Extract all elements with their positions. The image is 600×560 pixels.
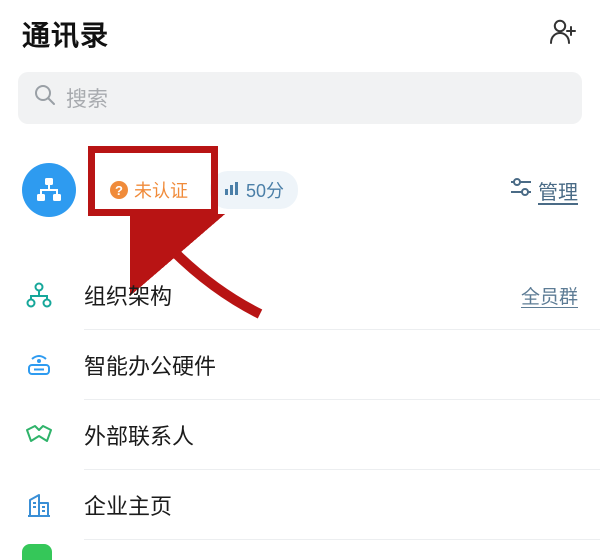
manage-label: 管理 <box>538 176 578 205</box>
add-user-icon <box>548 17 578 47</box>
add-contact-button[interactable] <box>548 17 578 52</box>
search-icon <box>34 84 56 112</box>
menu-item-smart-hardware[interactable]: 智能办公硬件 <box>0 330 600 400</box>
menu-label: 外部联系人 <box>84 419 194 451</box>
partial-icon <box>22 544 52 560</box>
unverified-label: 未认证 <box>134 177 188 203</box>
org-section: ? 未认证 50分 管理 <box>0 158 600 222</box>
menu-item-partial <box>0 544 600 560</box>
menu-item-org-structure[interactable]: 组织架构 全员群 <box>0 260 600 330</box>
all-members-group-link[interactable]: 全员群 <box>521 282 578 309</box>
menu-label: 组织架构 <box>84 279 172 311</box>
score-label: 50分 <box>246 177 284 203</box>
question-icon: ? <box>110 181 128 199</box>
header: 通讯录 <box>0 0 600 64</box>
score-badge[interactable]: 50分 <box>210 171 298 209</box>
menu-item-external-contacts[interactable]: 外部联系人 <box>0 400 600 470</box>
handshake-icon <box>22 421 56 449</box>
menu-label: 企业主页 <box>84 489 172 521</box>
org-badges: ? 未认证 50分 <box>96 171 298 209</box>
bar-chart-icon <box>224 180 240 201</box>
manage-button[interactable]: 管理 <box>510 176 578 205</box>
org-structure-icon <box>22 281 56 309</box>
org-avatar[interactable] <box>22 163 76 217</box>
router-icon <box>22 351 56 379</box>
org-chart-icon <box>34 175 64 205</box>
menu-label: 智能办公硬件 <box>84 349 216 381</box>
search-placeholder: 搜索 <box>66 83 108 113</box>
unverified-badge[interactable]: ? 未认证 <box>96 171 202 209</box>
building-icon <box>22 491 56 519</box>
page-title: 通讯录 <box>22 14 109 54</box>
contacts-menu: 组织架构 全员群 智能办公硬件 外部联系人 <box>0 260 600 560</box>
menu-item-company-page[interactable]: 企业主页 <box>0 470 600 540</box>
sliders-icon <box>510 177 532 203</box>
search-input[interactable]: 搜索 <box>18 72 582 124</box>
divider <box>84 539 600 540</box>
